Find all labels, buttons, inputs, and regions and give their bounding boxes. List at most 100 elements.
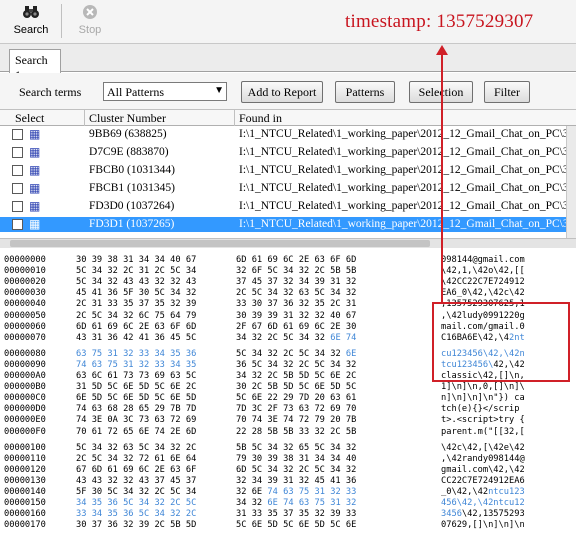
table-row[interactable]: ▦ FBCB0 (1031344) I:\1_NTCU_Related\1_wo… bbox=[0, 163, 576, 178]
hex-address: 00000130 bbox=[4, 475, 46, 486]
hex-bytes-right: 5C 6E 5D 5C 6E 5D 5C 6E bbox=[236, 520, 357, 531]
hex-ascii: tch(e){}</scrip bbox=[441, 404, 520, 415]
row-checkbox[interactable] bbox=[12, 129, 23, 140]
found-in-path: I:\1_NTCU_Related\1_working_paper\2012_1… bbox=[239, 146, 573, 158]
filter-button[interactable]: Filter bbox=[484, 81, 530, 103]
table-row[interactable]: ▦ FD3D0 (1037264) I:\1_NTCU_Related\1_wo… bbox=[0, 199, 576, 214]
cluster-icon: ▦ bbox=[29, 163, 41, 177]
hex-bytes-left: 33 34 35 36 5C 34 32 2C bbox=[76, 509, 197, 520]
hex-ascii: _0\42,\42ntcu123 bbox=[441, 487, 525, 497]
results-grid: Select Cluster Number Found in ▦ 9BB69 (… bbox=[0, 109, 576, 239]
stop-button-label: Stop bbox=[78, 24, 102, 36]
hex-bytes-right: 34 32 6E 74 63 75 31 32 bbox=[236, 498, 357, 509]
hex-bytes-right: 33 30 37 36 32 35 2C 31 bbox=[236, 299, 357, 310]
annotation-highlight-box bbox=[432, 302, 570, 382]
hex-bytes-left: 43 43 32 32 43 37 45 37 bbox=[76, 475, 197, 486]
hex-ascii: EA6_0\42,\42c\42 bbox=[441, 288, 525, 299]
hex-ascii: 1]\n]\n,0,[]\n]\ bbox=[441, 382, 525, 393]
hex-bytes-right: 70 74 3E 74 72 79 20 7B bbox=[236, 415, 357, 426]
hex-address: 00000120 bbox=[4, 464, 46, 475]
hex-address: 00000110 bbox=[4, 453, 46, 464]
vertical-scrollbar[interactable] bbox=[566, 126, 576, 239]
hex-bytes-left: 74 3E 0A 3C 73 63 72 69 bbox=[76, 415, 197, 426]
hex-ascii: parent.m("[[32,[ bbox=[441, 426, 525, 437]
found-in-path: I:\1_NTCU_Related\1_working_paper\2012_1… bbox=[239, 128, 573, 140]
table-row-selected[interactable]: ▦ FD3D1 (1037265) I:\1_NTCU_Related\1_wo… bbox=[0, 217, 576, 232]
hex-ascii: \42c\42,[\42e\42 bbox=[441, 442, 525, 453]
hex-address: 00000080 bbox=[4, 348, 46, 359]
hex-bytes-right: 30 39 39 31 32 32 40 67 bbox=[236, 310, 357, 321]
patterns-dropdown-value: All Patterns bbox=[107, 85, 164, 99]
hex-address: 00000000 bbox=[4, 255, 46, 265]
hex-address: 000000A0 bbox=[4, 371, 46, 381]
tab-search-1[interactable]: Search 1 bbox=[9, 49, 61, 82]
table-row[interactable]: ▦ 9BB69 (638825) I:\1_NTCU_Related\1_wor… bbox=[0, 127, 576, 142]
table-row[interactable]: ▦ D7C9E (883870) I:\1_NTCU_Related\1_wor… bbox=[0, 145, 576, 160]
column-divider[interactable] bbox=[84, 110, 85, 126]
cluster-icon: ▦ bbox=[29, 217, 41, 231]
annotation-arrow bbox=[441, 53, 443, 303]
patterns-dropdown[interactable]: All Patterns ▼ bbox=[103, 82, 227, 101]
search-terms-label: Search terms bbox=[19, 85, 82, 99]
hex-bytes-left: 30 37 36 32 39 2C 5B 5D bbox=[76, 520, 197, 531]
cluster-icon: ▦ bbox=[29, 145, 41, 159]
hex-address: 00000060 bbox=[4, 321, 46, 332]
row-checkbox[interactable] bbox=[12, 183, 23, 194]
cluster-icon: ▦ bbox=[29, 199, 41, 213]
cluster-icon: ▦ bbox=[29, 127, 41, 141]
found-in-path: I:\1_NTCU_Related\1_working_paper\2012_1… bbox=[239, 200, 573, 212]
hex-ascii: \42CC22C7E724912 bbox=[441, 277, 525, 288]
hex-address: 00000140 bbox=[4, 487, 46, 497]
column-header-cluster[interactable]: Cluster Number bbox=[89, 111, 166, 126]
timestamp-annotation: timestamp: 1357529307 bbox=[345, 11, 534, 32]
hex-address: 00000160 bbox=[4, 509, 46, 520]
hex-bytes-left: 74 63 75 31 32 33 34 35 bbox=[76, 359, 197, 370]
hex-address: 00000070 bbox=[4, 332, 46, 343]
found-in-path: I:\1_NTCU_Related\1_working_paper\2012_1… bbox=[239, 218, 573, 230]
row-checkbox[interactable] bbox=[12, 201, 23, 212]
column-header-select[interactable]: Select bbox=[15, 111, 44, 126]
search-button-label: Search bbox=[13, 24, 49, 36]
hex-bytes-left: 67 6D 61 69 6C 2E 63 6F bbox=[76, 464, 197, 475]
hex-address: 00000100 bbox=[4, 442, 46, 453]
hex-bytes-left: 6D 61 69 6C 2E 63 6F 6D bbox=[76, 321, 197, 332]
hex-viewer[interactable]: 00000000 30 39 38 31 34 34 40 67 6D 61 69 … bbox=[0, 255, 576, 551]
hex-address: 000000B0 bbox=[4, 382, 46, 393]
patterns-button[interactable]: Patterns bbox=[335, 81, 395, 103]
tab-strip: Search 1 bbox=[0, 44, 576, 82]
hex-bytes-left: 63 6C 61 73 73 69 63 5C bbox=[76, 371, 197, 381]
cluster-icon: ▦ bbox=[29, 181, 41, 195]
hex-bytes-right: 30 2C 5B 5D 5C 6E 5D 5C bbox=[236, 382, 357, 393]
scrollbar-thumb[interactable] bbox=[10, 240, 430, 247]
search-button[interactable]: Search bbox=[7, 4, 55, 40]
column-header-found-in[interactable]: Found in bbox=[239, 111, 282, 126]
column-divider[interactable] bbox=[234, 110, 235, 126]
row-checkbox[interactable] bbox=[12, 219, 23, 230]
hex-bytes-left: 31 5D 5C 6E 5D 5C 6E 2C bbox=[76, 382, 197, 393]
hex-bytes-left: 5C 34 32 43 43 32 32 43 bbox=[76, 277, 197, 288]
add-to-report-button[interactable]: Add to Report bbox=[241, 81, 323, 103]
hex-ascii: \42,1,\42o\42,[[ bbox=[441, 266, 525, 277]
cluster-number: FBCB0 (1031344) bbox=[89, 164, 175, 176]
hex-address: 00000030 bbox=[4, 288, 46, 299]
horizontal-scrollbar[interactable] bbox=[0, 238, 576, 248]
hex-ascii: 07629,[]\n]\n]\n bbox=[441, 520, 525, 531]
hex-bytes-left: 5F 30 5C 34 32 2C 5C 34 bbox=[76, 487, 197, 497]
stop-button[interactable]: Stop bbox=[66, 4, 114, 40]
hex-address: 000000E0 bbox=[4, 415, 46, 426]
hex-address: 00000050 bbox=[4, 310, 46, 321]
hex-bytes-right: 5C 34 32 2C 5C 34 32 6E bbox=[236, 348, 357, 359]
table-row[interactable]: ▦ FBCB1 (1031345) I:\1_NTCU_Related\1_wo… bbox=[0, 181, 576, 196]
hex-address: 000000F0 bbox=[4, 426, 46, 437]
hex-bytes-left: 34 35 36 5C 34 32 2C 5C bbox=[76, 498, 197, 509]
hex-bytes-left: 70 61 72 65 6E 74 2E 6D bbox=[76, 426, 197, 437]
cluster-number: FD3D1 (1037265) bbox=[89, 218, 175, 230]
cluster-number: FD3D0 (1037264) bbox=[89, 200, 175, 212]
row-checkbox[interactable] bbox=[12, 165, 23, 176]
chevron-down-icon: ▼ bbox=[214, 85, 224, 96]
hex-ascii: 098144@gmail.com bbox=[441, 255, 525, 265]
hex-ascii: t>.<script>try { bbox=[441, 415, 525, 426]
row-checkbox[interactable] bbox=[12, 147, 23, 158]
hex-bytes-right: 22 28 5B 5B 33 32 2C 5B bbox=[236, 426, 357, 437]
hex-bytes-right: 37 45 37 32 34 39 31 32 bbox=[236, 277, 357, 288]
